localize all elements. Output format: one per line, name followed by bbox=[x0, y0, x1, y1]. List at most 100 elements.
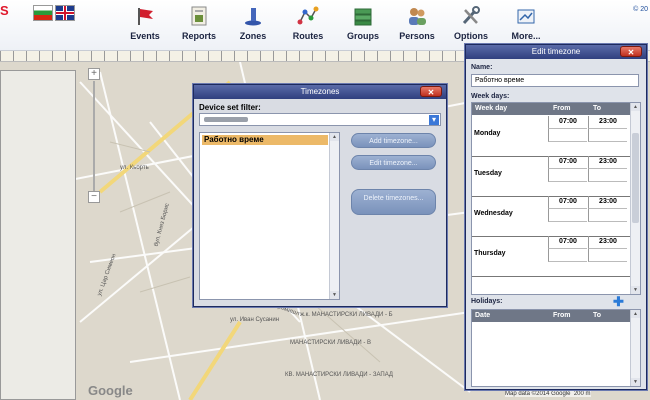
filter-label: Device set filter: bbox=[199, 103, 261, 112]
scroll-up-icon[interactable]: ▲ bbox=[631, 310, 640, 318]
name-field[interactable]: Работно време bbox=[471, 74, 639, 87]
edit-timezone-dialog: Edit timezone ✕ Name: Работно време Week… bbox=[465, 44, 647, 390]
week-days-label: Week days: bbox=[471, 93, 510, 100]
day-name: Wednesday bbox=[474, 210, 513, 217]
dialog-title: Edit timezone bbox=[531, 47, 581, 56]
map-label: ул. Кьорть bbox=[120, 165, 149, 171]
zoom-control[interactable]: + − bbox=[88, 68, 100, 203]
more-icon bbox=[517, 9, 535, 24]
map-label: ул. Иван Сусанин bbox=[230, 317, 280, 323]
to-cell[interactable]: 23:00 bbox=[588, 156, 627, 169]
attribution-text: Map data ©2014 Google bbox=[505, 391, 571, 397]
add-timezone-button[interactable]: Add timezone... bbox=[351, 133, 436, 148]
device-set-filter-select[interactable]: ▾ bbox=[199, 113, 441, 126]
nav-label: Reports bbox=[181, 31, 216, 41]
nav-zones[interactable]: Zones bbox=[234, 0, 272, 46]
nav-options[interactable]: Options bbox=[451, 0, 491, 46]
uk-flag-icon[interactable] bbox=[55, 5, 75, 21]
scroll-thumb[interactable] bbox=[632, 133, 639, 223]
scroll-down-icon[interactable]: ▼ bbox=[631, 286, 640, 294]
google-logo: Google bbox=[88, 383, 133, 398]
timezones-dialog: Timezones ✕ Device set filter: ▾ Работно… bbox=[193, 84, 447, 307]
column-header: Week day bbox=[475, 105, 508, 112]
map-label: КВ. МАНАСТИРСКИ ЛИВАДИ - ЗАПАД bbox=[285, 372, 393, 378]
map-label: ж.к. МАНАСТИРСКИ ЛИВАДИ - Б bbox=[300, 312, 393, 318]
delete-timezones-button[interactable]: Delete timezones... bbox=[351, 189, 436, 215]
nav-events[interactable]: Events bbox=[124, 0, 166, 46]
copyright-text: © 20 bbox=[633, 6, 648, 13]
table-row[interactable]: Monday 07:00 23:00 bbox=[472, 116, 632, 157]
to-cell[interactable] bbox=[588, 129, 627, 142]
zoom-in-icon[interactable]: + bbox=[88, 68, 100, 80]
timezone-list[interactable]: Работно време ▲ ▼ bbox=[199, 132, 340, 300]
day-name: Tuesday bbox=[474, 170, 502, 177]
nav-reports[interactable]: Reports bbox=[177, 0, 221, 46]
groups-icon bbox=[354, 8, 372, 26]
side-panel bbox=[0, 70, 76, 400]
list-item[interactable]: Работно време bbox=[202, 135, 328, 145]
chevron-down-icon[interactable]: ▾ bbox=[429, 115, 439, 125]
scroll-up-icon[interactable]: ▲ bbox=[330, 133, 339, 141]
bg-flag-icon[interactable] bbox=[33, 5, 53, 21]
from-cell[interactable]: 07:00 bbox=[548, 196, 587, 209]
tools-icon bbox=[462, 6, 480, 25]
scroll-up-icon[interactable]: ▲ bbox=[631, 103, 640, 111]
edit-timezone-button[interactable]: Edit timezone... bbox=[351, 155, 436, 170]
persons-icon bbox=[409, 8, 426, 25]
holidays-grid[interactable]: Date From To ▲ ▼ bbox=[471, 309, 641, 387]
selected-value bbox=[204, 117, 248, 122]
column-header: From bbox=[553, 105, 571, 112]
from-cell[interactable]: 07:00 bbox=[548, 156, 587, 169]
nav-label: Groups bbox=[346, 31, 379, 41]
zone-icon bbox=[245, 8, 261, 26]
map-label: МАНАСТИРСКИ ЛИВАДИ - В bbox=[290, 340, 372, 346]
scrollbar[interactable]: ▲ ▼ bbox=[329, 133, 339, 299]
flag-icon bbox=[138, 8, 153, 25]
from-cell[interactable] bbox=[548, 209, 587, 222]
nav-label: More... bbox=[511, 31, 541, 41]
week-days-grid[interactable]: Week day From To Monday 07:00 23:00 Tues… bbox=[471, 102, 641, 295]
zoom-out-icon[interactable]: − bbox=[88, 191, 100, 203]
add-holiday-icon[interactable]: ✚ bbox=[613, 295, 624, 308]
nav-persons[interactable]: Persons bbox=[397, 0, 437, 46]
nav-label: Options bbox=[454, 31, 488, 41]
nav-routes[interactable]: Routes bbox=[288, 0, 328, 46]
to-cell[interactable] bbox=[588, 209, 627, 222]
scroll-down-icon[interactable]: ▼ bbox=[631, 378, 640, 386]
table-row[interactable]: Tuesday 07:00 23:00 bbox=[472, 156, 632, 197]
zoom-slider[interactable] bbox=[93, 81, 95, 191]
map-scale: 200 m bbox=[573, 391, 591, 397]
report-icon bbox=[191, 6, 207, 26]
scroll-down-icon[interactable]: ▼ bbox=[330, 291, 339, 299]
from-cell[interactable] bbox=[548, 129, 587, 142]
from-cell[interactable] bbox=[548, 169, 587, 182]
holidays-label: Holidays: bbox=[471, 298, 503, 305]
dialog-title-bar: Timezones ✕ bbox=[194, 85, 446, 99]
dialog-title-bar: Edit timezone ✕ bbox=[466, 45, 646, 59]
day-name: Thursday bbox=[474, 250, 506, 257]
day-name: Monday bbox=[474, 130, 501, 137]
app-logo: S bbox=[0, 3, 9, 18]
nav-more[interactable]: More... bbox=[504, 0, 548, 46]
nav-groups[interactable]: Groups bbox=[343, 0, 383, 46]
to-cell[interactable]: 23:00 bbox=[588, 236, 627, 249]
route-icon bbox=[297, 6, 319, 25]
nav-label: Persons bbox=[399, 31, 435, 41]
name-label: Name: bbox=[471, 64, 493, 71]
to-cell[interactable] bbox=[588, 249, 627, 262]
from-cell[interactable]: 07:00 bbox=[548, 116, 587, 129]
table-row[interactable]: Wednesday 07:00 23:00 bbox=[472, 196, 632, 237]
grid-header: Week day From To bbox=[472, 103, 632, 115]
from-cell[interactable]: 07:00 bbox=[548, 236, 587, 249]
close-icon[interactable]: ✕ bbox=[420, 86, 442, 97]
scrollbar[interactable]: ▲ ▼ bbox=[630, 310, 640, 386]
scrollbar[interactable]: ▲ ▼ bbox=[630, 103, 640, 294]
column-header: To bbox=[593, 105, 602, 112]
column-header: From bbox=[553, 312, 571, 319]
to-cell[interactable] bbox=[588, 169, 627, 182]
to-cell[interactable]: 23:00 bbox=[588, 116, 627, 129]
to-cell[interactable]: 23:00 bbox=[588, 196, 627, 209]
table-row[interactable]: Thursday 07:00 23:00 bbox=[472, 236, 632, 277]
from-cell[interactable] bbox=[548, 249, 587, 262]
close-icon[interactable]: ✕ bbox=[620, 46, 642, 57]
